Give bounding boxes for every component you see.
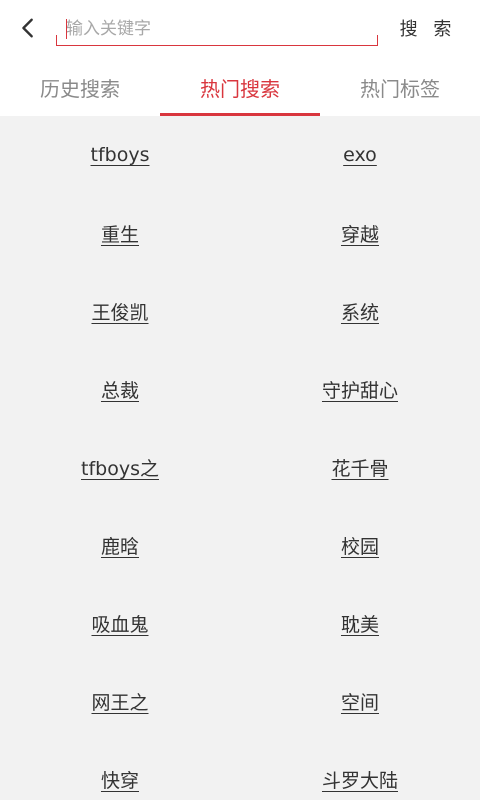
keyword-row: 鹿晗 校园: [0, 506, 480, 584]
tab-label: 热门标签: [360, 76, 440, 101]
hot-keyword-link[interactable]: 总裁: [101, 376, 139, 403]
hot-keyword-link[interactable]: 斗罗大陆: [322, 766, 398, 793]
keyword-cell: exo: [240, 116, 480, 194]
search-field: [56, 12, 378, 46]
hot-keyword-link[interactable]: 系统: [341, 298, 379, 325]
keyword-cell: 花千骨: [240, 428, 480, 506]
hot-keyword-link[interactable]: 穿越: [341, 220, 379, 247]
hot-keyword-link[interactable]: 耽美: [341, 610, 379, 637]
tab-hot-tags[interactable]: 热门标签: [320, 58, 480, 116]
keyword-row: 总裁 守护甜心: [0, 350, 480, 428]
keyword-row: 重生 穿越: [0, 194, 480, 272]
text-cursor: [66, 19, 67, 39]
tab-hot-search[interactable]: 热门搜索: [160, 58, 320, 116]
keyword-row: 王俊凯 系统: [0, 272, 480, 350]
search-button[interactable]: 搜 索: [394, 10, 462, 46]
search-input[interactable]: [56, 12, 378, 46]
hot-keyword-link[interactable]: 快穿: [101, 766, 139, 793]
hot-keyword-link[interactable]: tfboys之: [81, 454, 159, 481]
hot-keyword-link[interactable]: exo: [343, 144, 377, 166]
keyword-cell: 守护甜心: [240, 350, 480, 428]
hot-keyword-link[interactable]: 王俊凯: [91, 298, 148, 325]
keyword-cell: 吸血鬼: [0, 584, 240, 662]
keyword-cell: tfboys之: [0, 428, 240, 506]
keyword-cell: 重生: [0, 194, 240, 272]
keyword-cell: 耽美: [240, 584, 480, 662]
hot-keyword-link[interactable]: tfboys: [91, 144, 150, 166]
keyword-row: 网王之 空间: [0, 662, 480, 740]
keyword-cell: tfboys: [0, 116, 240, 194]
search-screen: 搜 索 历史搜索 热门搜索 热门标签 tfboys exo 重生 穿越 王俊凯 …: [0, 0, 480, 800]
keyword-cell: 空间: [240, 662, 480, 740]
keyword-cell: 总裁: [0, 350, 240, 428]
keyword-row: tfboys之 花千骨: [0, 428, 480, 506]
keyword-cell: 网王之: [0, 662, 240, 740]
keyword-cell: 校园: [240, 506, 480, 584]
keyword-cell: 斗罗大陆: [240, 740, 480, 800]
hot-keyword-link[interactable]: 鹿晗: [101, 532, 139, 559]
keyword-cell: 穿越: [240, 194, 480, 272]
keyword-cell: 系统: [240, 272, 480, 350]
search-header: 搜 索: [0, 0, 480, 58]
hot-keyword-link[interactable]: 重生: [101, 220, 139, 247]
back-button[interactable]: [10, 10, 46, 46]
hot-keyword-link[interactable]: 网王之: [91, 688, 148, 715]
keyword-row: 快穿 斗罗大陆: [0, 740, 480, 800]
hot-keyword-grid: tfboys exo 重生 穿越 王俊凯 系统 总裁 守护甜心 tfboys之 …: [0, 116, 480, 800]
keyword-cell: 快穿: [0, 740, 240, 800]
hot-keyword-link[interactable]: 守护甜心: [322, 376, 398, 403]
tab-history-search[interactable]: 历史搜索: [0, 58, 160, 116]
keyword-cell: 王俊凯: [0, 272, 240, 350]
keyword-cell: 鹿晗: [0, 506, 240, 584]
keyword-row: 吸血鬼 耽美: [0, 584, 480, 662]
hot-keyword-link[interactable]: 花千骨: [331, 454, 388, 481]
tab-label: 历史搜索: [40, 76, 120, 101]
hot-keyword-link[interactable]: 校园: [341, 532, 379, 559]
tab-label: 热门搜索: [200, 76, 280, 101]
keyword-row: tfboys exo: [0, 116, 480, 194]
chevron-left-icon: [22, 18, 33, 38]
search-tabs: 历史搜索 热门搜索 热门标签: [0, 58, 480, 116]
hot-keyword-link[interactable]: 吸血鬼: [91, 610, 148, 637]
hot-keyword-link[interactable]: 空间: [341, 688, 379, 715]
